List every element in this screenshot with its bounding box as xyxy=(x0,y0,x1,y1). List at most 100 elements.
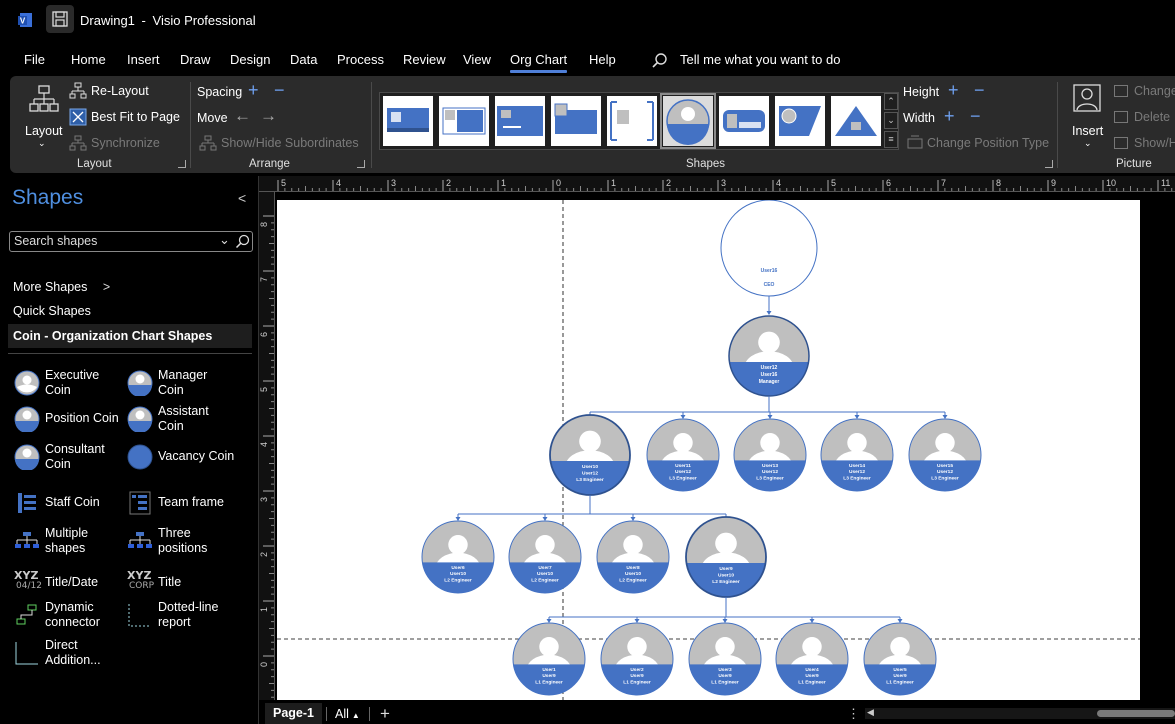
add-page-button[interactable]: + xyxy=(380,704,390,724)
menu-view[interactable]: View xyxy=(463,52,491,67)
style-thumbnail-3[interactable] xyxy=(495,96,545,146)
shape-consultant-coin[interactable]: Consultant Coin xyxy=(12,440,132,474)
shape-assistant-coin[interactable]: Assistant Coin xyxy=(125,402,245,436)
search-icon[interactable] xyxy=(235,234,251,250)
coin-level3-3: User13User12L3 Engineer xyxy=(733,418,807,492)
synchronize-button[interactable]: Synchronize xyxy=(68,134,168,154)
style-thumbnail-8[interactable] xyxy=(775,96,825,146)
chevron-down-icon[interactable]: ⌄ xyxy=(219,232,230,248)
width-increase-button[interactable]: + xyxy=(944,106,955,127)
coin-label: User2 xyxy=(630,667,644,673)
menu-process[interactable]: Process xyxy=(337,52,384,67)
three-positions-icon xyxy=(128,532,152,548)
coin-level2-2: User7User10L2 Engineer xyxy=(508,520,582,594)
coin-ceo: User16 CEO xyxy=(720,200,818,297)
layout-dropdown-button[interactable]: Layout ⌄ xyxy=(22,82,66,148)
shape-vacancy-coin[interactable]: Vacancy Coin xyxy=(125,440,245,474)
style-thumbnail-4[interactable] xyxy=(551,96,601,146)
collapse-pane-button[interactable]: < xyxy=(238,190,246,206)
search-icon xyxy=(652,53,667,68)
coin-label: L1 Engineer xyxy=(535,679,563,685)
height-decrease-button[interactable]: − xyxy=(974,80,985,101)
menu-draw[interactable]: Draw xyxy=(180,52,210,67)
drawing-page[interactable]: User16 CEO User12 User16 Manager User10 User12… xyxy=(277,200,1140,700)
more-shapes-button[interactable]: More Shapes > xyxy=(13,280,110,294)
quick-shapes-item[interactable]: Quick Shapes xyxy=(13,304,91,318)
horizontal-scrollbar[interactable]: ◀ xyxy=(865,707,1175,719)
shape-multiple-shapes[interactable]: Multiple shapes xyxy=(12,524,132,558)
shape-position-coin[interactable]: Position Coin xyxy=(12,402,132,436)
shape-dotted-line-report[interactable]: Dotted-line report xyxy=(125,598,245,632)
coin-label: User12 xyxy=(937,469,953,475)
ribbon-separator xyxy=(371,82,372,168)
shape-direct-addition[interactable]: Direct Addition... xyxy=(12,636,132,670)
width-decrease-button[interactable]: − xyxy=(970,106,981,127)
spacing-decrease-button[interactable]: − xyxy=(274,80,285,101)
search-shapes-input[interactable]: Search shapes ⌄ xyxy=(9,231,253,252)
move-left-button[interactable]: ← xyxy=(234,106,251,126)
style-thumbnail-9[interactable] xyxy=(831,96,881,146)
menu-data[interactable]: Data xyxy=(290,52,317,67)
scrollbar-thumb[interactable] xyxy=(1097,710,1175,717)
change-picture-button[interactable]: Change xyxy=(1114,84,1175,98)
gallery-more-button[interactable]: ≡ xyxy=(884,131,898,148)
best-fit-icon xyxy=(69,108,87,126)
menu-home[interactable]: Home xyxy=(71,52,106,67)
spacing-increase-button[interactable]: + xyxy=(248,80,259,101)
delete-picture-button[interactable]: Delete xyxy=(1114,110,1170,124)
shape-dynamic-connector[interactable]: Dynamic connector xyxy=(12,598,132,632)
change-position-type-button[interactable]: Change Position Type xyxy=(906,134,1049,154)
menu-insert[interactable]: Insert xyxy=(127,52,160,67)
show-hide-picture-button[interactable]: Show/H xyxy=(1114,136,1175,150)
coin-level1-3: User3User9L1 Engineer xyxy=(688,622,762,696)
best-fit-button[interactable]: Best Fit to Page xyxy=(68,108,183,128)
coin-level1-5: User5User9L1 Engineer xyxy=(863,622,937,696)
gallery-scroll-down-button[interactable]: ⌄ xyxy=(884,112,898,129)
shape-team-frame[interactable]: Team frame xyxy=(125,486,245,520)
style-thumbnail-5[interactable] xyxy=(607,96,657,146)
menu-help[interactable]: Help xyxy=(589,52,616,67)
shape-manager-coin[interactable]: Manager Coin xyxy=(125,366,245,400)
gallery-scroll-up-button[interactable]: ⌃ xyxy=(884,93,898,110)
stencil-header[interactable]: Coin - Organization Chart Shapes xyxy=(8,324,252,348)
coin-label: User9 xyxy=(893,673,907,679)
relayout-button[interactable]: Re-Layout xyxy=(68,82,168,102)
height-label: Height xyxy=(903,85,940,99)
layout-dialog-launcher[interactable] xyxy=(178,160,186,168)
shapes-group-label: Shapes xyxy=(686,158,726,170)
menu-file[interactable]: File xyxy=(24,52,45,67)
style-thumbnail-2[interactable] xyxy=(439,96,489,146)
all-pages-button[interactable]: All ▲ xyxy=(335,707,360,721)
layout-group-label: Layout xyxy=(77,158,112,170)
style-thumbnail-6-selected[interactable] xyxy=(660,93,716,149)
shape-staff-coin[interactable]: Staff Coin xyxy=(12,486,132,520)
tab-page-1[interactable]: Page-1 xyxy=(265,703,322,724)
move-right-button[interactable]: → xyxy=(260,106,277,126)
chevron-down-icon: ⌄ xyxy=(1084,138,1092,148)
coin-label: User10 xyxy=(718,573,734,579)
show-hide-subordinates-button[interactable]: Show/Hide Subordinates xyxy=(199,134,359,154)
style-thumbnail-7[interactable] xyxy=(719,96,769,146)
arrange-dialog-launcher[interactable] xyxy=(357,160,365,168)
menu-design[interactable]: Design xyxy=(230,52,270,67)
tell-me-text: Tell me what you want to do xyxy=(680,52,841,67)
consultant-coin-icon xyxy=(14,444,40,470)
team-frame-icon xyxy=(129,491,151,515)
shape-executive-coin[interactable]: Executive Coin xyxy=(12,366,132,400)
insert-picture-button[interactable]: Insert ⌄ xyxy=(1068,82,1110,148)
height-increase-button[interactable]: + xyxy=(948,80,959,101)
menu-review[interactable]: Review xyxy=(403,52,446,67)
coin-label: User10 xyxy=(537,571,553,577)
save-button[interactable] xyxy=(46,5,74,33)
shape-title[interactable]: XYZ CORP Title xyxy=(125,566,245,600)
ruler-label: 3 xyxy=(391,178,396,188)
more-options-icon[interactable]: ⋮ xyxy=(847,706,860,722)
scroll-left-icon[interactable]: ◀ xyxy=(867,707,874,718)
style-thumbnail-1[interactable] xyxy=(383,96,433,146)
menu-org-chart[interactable]: Org Chart xyxy=(510,52,568,73)
coin-label: User13 xyxy=(762,463,778,469)
ruler-label: 9 xyxy=(1051,178,1056,188)
shapes-dialog-launcher[interactable] xyxy=(1045,160,1053,168)
shape-three-positions[interactable]: Three positions xyxy=(125,524,245,558)
shape-title-date[interactable]: XYZ 04/12 Title/Date xyxy=(12,566,132,600)
